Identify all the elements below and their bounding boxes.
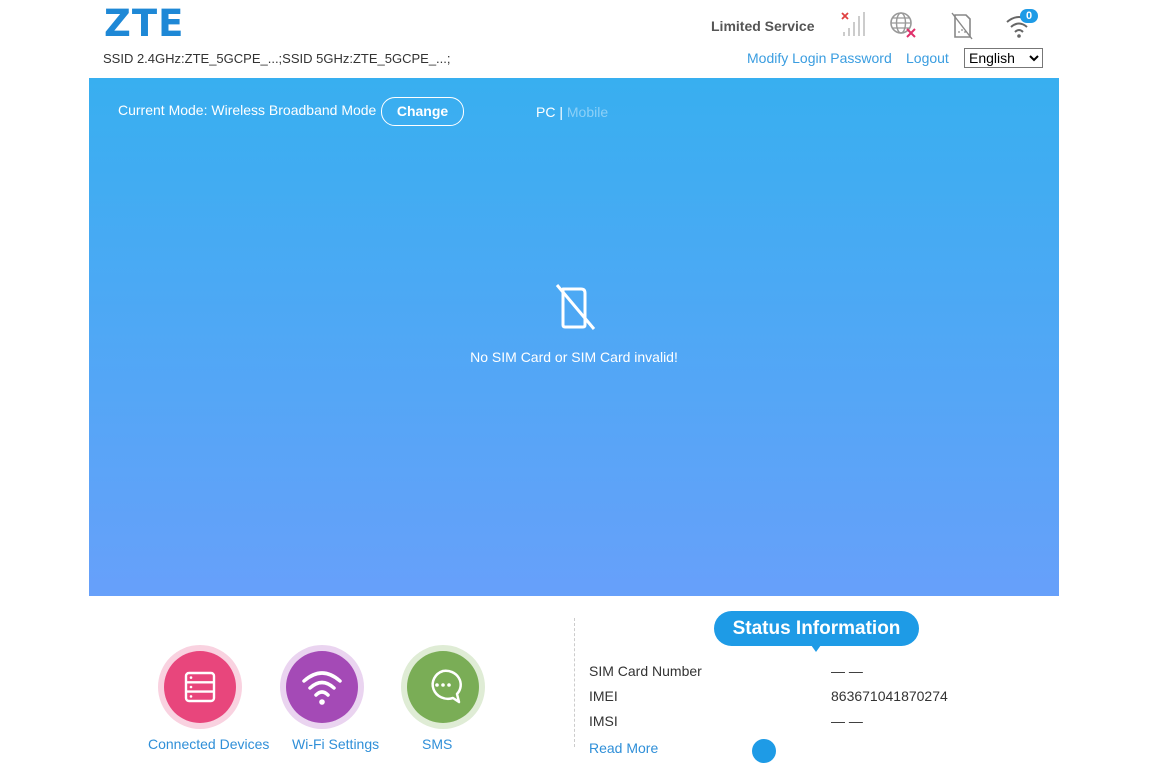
imsi-value: — — [831, 713, 863, 729]
imsi-label: IMSI [589, 713, 618, 729]
connected-devices-button[interactable] [158, 645, 242, 729]
section-divider [574, 618, 575, 747]
chat-icon [431, 669, 462, 704]
connected-devices-label[interactable]: Connected Devices [148, 736, 269, 752]
current-mode-text: Current Mode: Wireless Broadband Mode [118, 102, 377, 118]
modify-login-password-link[interactable]: Modify Login Password [747, 50, 892, 66]
status-banner: Current Mode: Wireless Broadband Mode Ch… [89, 78, 1059, 596]
imei-value: 863671041870274 [831, 688, 948, 704]
status-information-title: Status Information [714, 611, 919, 652]
signal-none-icon [841, 12, 865, 36]
sms-label[interactable]: SMS [422, 736, 452, 752]
imei-label: IMEI [589, 688, 618, 704]
zte-logo: ZTE [104, 2, 185, 45]
wifi-settings-button[interactable] [280, 645, 364, 729]
devices-icon [184, 671, 216, 703]
sim-status-message: No SIM Card or SIM Card invalid! [470, 349, 678, 365]
no-sim-card-icon [555, 284, 596, 330]
view-separator: | [559, 104, 563, 120]
sim-card-number-value: — — [831, 663, 863, 679]
sim-card-number-label: SIM Card Number [589, 663, 702, 679]
wifi-settings-label[interactable]: Wi-Fi Settings [292, 736, 379, 752]
status-more-link[interactable]: Read More [589, 740, 658, 756]
mobile-view-link[interactable]: Mobile [567, 104, 608, 120]
network-disconnected-icon [890, 12, 916, 38]
wifi-settings-icon [302, 671, 342, 705]
logout-link[interactable]: Logout [906, 50, 949, 66]
change-mode-button[interactable]: Change [381, 97, 464, 126]
service-status: Limited Service [711, 18, 815, 34]
language-select[interactable]: English [964, 48, 1043, 68]
expand-toggle[interactable] [752, 739, 776, 763]
pc-view-link[interactable]: PC [536, 104, 555, 120]
sms-button[interactable] [401, 645, 485, 729]
no-sim-icon [951, 12, 973, 40]
wifi-clients-badge: 0 [1020, 9, 1039, 23]
view-switcher: PC | Mobile [536, 104, 608, 120]
ssid-info: SSID 2.4GHz:ZTE_5GCPE_...;SSID 5GHz:ZTE_… [103, 51, 451, 66]
